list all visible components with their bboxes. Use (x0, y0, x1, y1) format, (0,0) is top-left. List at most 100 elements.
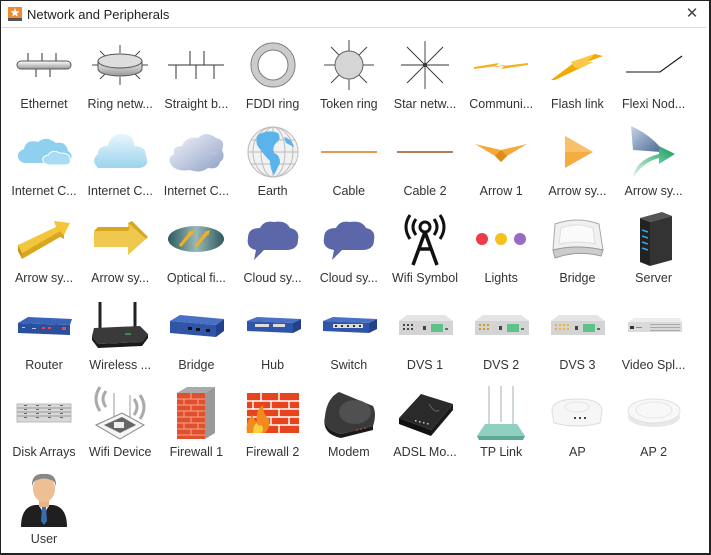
shape-item[interactable]: DVS 2 (463, 292, 539, 379)
dvs-3-icon (539, 298, 615, 354)
shape-item[interactable]: Cloud sy... (235, 205, 311, 292)
shape-item[interactable]: Bridge (539, 205, 615, 292)
shape-label: Switch (330, 358, 368, 372)
shape-label: Lights (484, 271, 518, 285)
shape-item[interactable]: ADSL Mo... (387, 379, 463, 466)
shape-item[interactable]: Earth (235, 118, 311, 205)
wifi-device-icon (82, 385, 158, 441)
cable-icon (311, 124, 387, 180)
shape-item[interactable]: Disk Arrays (6, 379, 82, 466)
shape-label: Earth (257, 184, 288, 198)
shape-item[interactable]: Flash link (539, 31, 615, 118)
shape-label: Straight b... (164, 97, 229, 111)
bridge-icon (158, 298, 234, 354)
shape-item[interactable]: Star netw... (387, 31, 463, 118)
shape-label: Ethernet (20, 97, 68, 111)
shape-item[interactable]: DVS 3 (539, 292, 615, 379)
shape-label: Wifi Symbol (392, 271, 458, 285)
shape-item[interactable]: Firewall 1 (158, 379, 234, 466)
shape-item[interactable]: Wifi Device (82, 379, 158, 466)
star-network-icon (387, 37, 463, 93)
shape-label: DVS 3 (559, 358, 596, 372)
shape-label: Arrow sy... (548, 184, 607, 198)
shape-item[interactable]: Internet C... (158, 118, 234, 205)
shape-item[interactable]: Bridge (158, 292, 234, 379)
shape-item[interactable]: Internet C... (82, 118, 158, 205)
shape-item[interactable]: Cable 2 (387, 118, 463, 205)
shape-label: Router (25, 358, 63, 372)
shape-label: Internet C... (163, 184, 230, 198)
shape-item[interactable]: Arrow 1 (463, 118, 539, 205)
tp-link-icon (463, 385, 539, 441)
title-bar: Network and Peripherals ✕ (2, 2, 707, 28)
shape-item[interactable]: Modem (311, 379, 387, 466)
close-icon[interactable]: ✕ (683, 5, 701, 23)
user-icon (6, 472, 82, 528)
switch-icon (311, 298, 387, 354)
shape-label: DVS 2 (483, 358, 520, 372)
shape-library-window: Network and Peripherals ✕ Ethernet Ring n… (0, 0, 711, 555)
shape-label: Ring netw... (87, 97, 153, 111)
shape-label: DVS 1 (406, 358, 444, 372)
access-point-icon (539, 385, 615, 441)
server-icon (616, 211, 692, 267)
shape-item[interactable]: Wifi Symbol (387, 205, 463, 292)
shape-label: Cable 2 (403, 184, 447, 198)
shape-item[interactable]: Arrow sy... (616, 118, 692, 205)
shape-item[interactable]: Flexi Nod... (616, 31, 692, 118)
shape-item[interactable]: Communi... (463, 31, 539, 118)
straight-bus-icon (158, 37, 234, 93)
shape-label: Bridge (559, 271, 596, 285)
shape-label: Arrow 1 (479, 184, 523, 198)
shape-label: Hub (261, 358, 285, 372)
shape-label: Token ring (319, 97, 378, 111)
shape-item[interactable]: TP Link (463, 379, 539, 466)
flash-link-icon (539, 37, 615, 93)
internet-cloud-2-icon (82, 124, 158, 180)
wireless-router-icon (82, 298, 158, 354)
disk-arrays-icon (6, 385, 82, 441)
shape-label: Disk Arrays (12, 445, 76, 459)
shape-label: Arrow sy... (624, 184, 683, 198)
arrow-symbol-diagonal-icon (6, 211, 82, 267)
shape-item[interactable]: Arrow sy... (6, 205, 82, 292)
shape-item[interactable]: AP 2 (616, 379, 692, 466)
ring-network-icon (82, 37, 158, 93)
shape-item[interactable]: Straight b... (158, 31, 234, 118)
shape-item[interactable]: Internet C... (6, 118, 82, 205)
shape-item[interactable]: Video Spl... (616, 292, 692, 379)
shape-item[interactable]: Switch (311, 292, 387, 379)
shape-item[interactable]: Arrow sy... (539, 118, 615, 205)
shape-item[interactable]: Server (616, 205, 692, 292)
shape-label: Cloud sy... (319, 271, 378, 285)
shape-item[interactable]: User (6, 466, 82, 553)
shape-item[interactable]: DVS 1 (387, 292, 463, 379)
shape-item[interactable]: AP (539, 379, 615, 466)
shape-item[interactable]: Cloud sy... (311, 205, 387, 292)
shape-item[interactable]: Cable (311, 118, 387, 205)
shape-label: Optical fi... (166, 271, 226, 285)
modem-icon (311, 385, 387, 441)
communication-link-icon (463, 37, 539, 93)
library-icon (8, 7, 22, 21)
shape-label: Flexi Nod... (621, 97, 686, 111)
token-ring-icon (311, 37, 387, 93)
shape-item[interactable]: Token ring (311, 31, 387, 118)
bridge-device-icon (539, 211, 615, 267)
window-title: Network and Peripherals (27, 7, 170, 22)
shape-label: AP 2 (640, 445, 668, 459)
shape-item[interactable]: Ethernet (6, 31, 82, 118)
shape-item[interactable]: Wireless ... (82, 292, 158, 379)
shape-item[interactable]: Arrow sy... (82, 205, 158, 292)
cable-2-icon (387, 124, 463, 180)
shape-item[interactable]: FDDI ring (235, 31, 311, 118)
shape-item[interactable]: Hub (235, 292, 311, 379)
shape-item[interactable]: Lights (463, 205, 539, 292)
shape-item[interactable]: Ring netw... (82, 31, 158, 118)
shape-item[interactable]: Router (6, 292, 82, 379)
shape-label: Star netw... (393, 97, 457, 111)
shape-item[interactable]: Firewall 2 (235, 379, 311, 466)
shape-item[interactable]: Optical fi... (158, 205, 234, 292)
shape-label: Firewall 2 (245, 445, 300, 459)
router-icon (6, 298, 82, 354)
